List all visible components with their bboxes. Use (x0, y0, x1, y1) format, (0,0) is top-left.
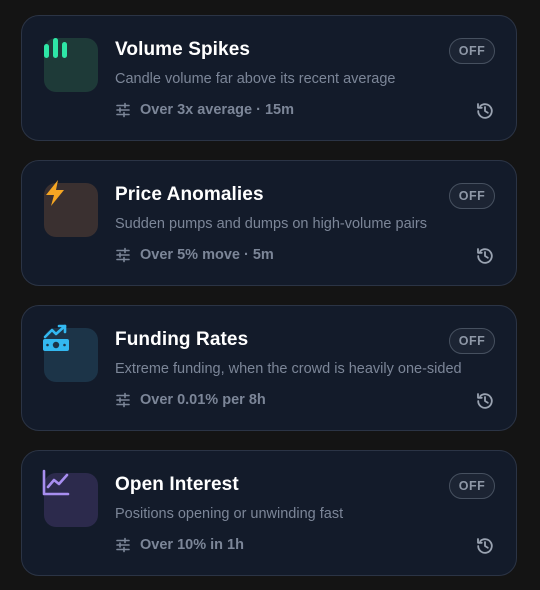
history-icon[interactable] (475, 101, 495, 121)
card-description: Candle volume far above its recent avera… (115, 71, 396, 87)
sliders-icon (115, 247, 131, 263)
enable-toggle[interactable]: OFF (449, 38, 495, 64)
history-icon[interactable] (475, 391, 495, 411)
lightning-bolt-icon (42, 179, 70, 207)
alert-card-volume-spikes[interactable]: Volume Spikes Candle volume far above it… (21, 15, 517, 141)
card-title: Price Anomalies (115, 184, 264, 205)
alert-card-list: Volume Spikes Candle volume far above it… (0, 0, 540, 590)
card-description: Sudden pumps and dumps on high-volume pa… (115, 216, 427, 232)
trending-money-icon (42, 324, 70, 352)
line-chart-icon (42, 469, 70, 497)
sliders-icon (115, 102, 131, 118)
history-icon[interactable] (475, 246, 495, 266)
card-threshold: Over 3x average · 15m (115, 102, 294, 118)
card-threshold: Over 10% in 1h (115, 537, 244, 553)
card-title: Funding Rates (115, 329, 249, 350)
sliders-icon (115, 392, 131, 408)
threshold-text: Over 10% in 1h (140, 537, 244, 553)
enable-toggle[interactable]: OFF (449, 473, 495, 499)
card-threshold: Over 0.01% per 8h (115, 392, 266, 408)
enable-toggle[interactable]: OFF (449, 183, 495, 209)
card-threshold: Over 5% move · 5m (115, 247, 274, 263)
alert-card-price-anomalies[interactable]: Price Anomalies Sudden pumps and dumps o… (21, 160, 517, 286)
alert-card-open-interest[interactable]: Open Interest Positions opening or unwin… (21, 450, 517, 576)
bar-chart-icon (42, 34, 70, 62)
threshold-text: Over 0.01% per 8h (140, 392, 266, 408)
sliders-icon (115, 537, 131, 553)
enable-toggle[interactable]: OFF (449, 328, 495, 354)
card-title: Volume Spikes (115, 39, 251, 60)
threshold-text: Over 5% move · 5m (140, 247, 274, 263)
alert-card-funding-rates[interactable]: Funding Rates Extreme funding, when the … (21, 305, 517, 431)
card-title: Open Interest (115, 474, 239, 495)
threshold-text: Over 3x average · 15m (140, 102, 294, 118)
card-description: Extreme funding, when the crowd is heavi… (115, 361, 462, 377)
card-description: Positions opening or unwinding fast (115, 506, 344, 522)
history-icon[interactable] (475, 536, 495, 556)
